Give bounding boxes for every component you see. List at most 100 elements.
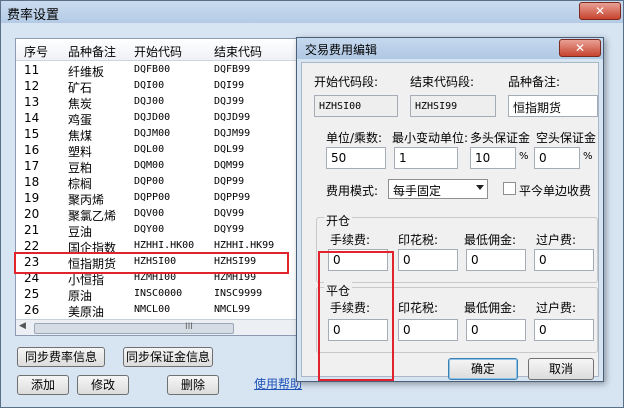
- cell-no: 13: [24, 95, 40, 109]
- close-transfer-input[interactable]: 0: [534, 319, 594, 341]
- cell-end: DQJD99: [214, 112, 251, 123]
- short-margin-input[interactable]: 0: [534, 147, 580, 169]
- delete-button[interactable]: 删除: [167, 375, 219, 395]
- open-transfer-input[interactable]: 0: [534, 249, 594, 271]
- cell-start: DQM00: [134, 160, 165, 171]
- cell-end: DQV99: [214, 208, 245, 219]
- scroll-left-icon[interactable]: ◀: [19, 321, 26, 331]
- add-button[interactable]: 添加: [17, 375, 69, 395]
- modify-button[interactable]: 修改: [77, 375, 129, 395]
- sync-rate-button[interactable]: 同步费率信息: [17, 347, 105, 367]
- unit-input[interactable]: 50: [326, 147, 386, 169]
- table-row[interactable]: 21 豆油 DQY00 DQY99: [16, 222, 304, 239]
- end-code-input[interactable]: HZHSI99: [410, 95, 496, 117]
- short-margin-label: 空头保证金: [536, 131, 597, 145]
- cell-no: 21: [24, 223, 40, 237]
- cell-end: DQFB99: [214, 64, 251, 75]
- table-row[interactable]: 18 棕榈 DQP00 DQP99: [16, 174, 304, 191]
- open-min-comm-input[interactable]: 0: [466, 249, 526, 271]
- table-row[interactable]: 17 豆粕 DQM00 DQM99: [16, 158, 304, 175]
- cell-end: DQPP99: [214, 192, 251, 203]
- dialog-body: 开始代码段: 结束代码段: 品种备注: HZHSI00 HZHSI99 恒指期货…: [301, 62, 599, 381]
- close-transfer-label: 过户费:: [536, 301, 577, 315]
- table-row[interactable]: 20 聚氯乙烯 DQV00 DQV99: [16, 206, 304, 223]
- horizontal-scrollbar[interactable]: ◀ III: [16, 319, 304, 335]
- table-row[interactable]: 16 塑料 DQL00 DQL99: [16, 142, 304, 159]
- scroll-thumb[interactable]: III: [34, 322, 234, 334]
- scroll-grip: III: [185, 322, 193, 332]
- fee-edit-dialog: 交易费用编辑 ✕ 开始代码段: 结束代码段: 品种备注: HZHSI00 HZH…: [296, 37, 604, 382]
- cell-no: 14: [24, 111, 40, 125]
- cell-no: 17: [24, 159, 40, 173]
- rate-list[interactable]: 序号 品种备注 开始代码 结束代码 11 纤维板 DQFB00 DQFB99 12 矿石 D…: [15, 38, 305, 336]
- table-row[interactable]: 25 原油 INSC0000 INSC9999: [16, 286, 304, 303]
- cell-end: HZHHI.HK99: [214, 240, 275, 251]
- cell-end: DQM99: [214, 160, 245, 171]
- fee-mode-label: 费用模式:: [326, 184, 379, 198]
- open-transfer-label: 过户费:: [536, 233, 577, 247]
- cell-start: DQJ00: [134, 96, 165, 107]
- table-row[interactable]: 13 焦炭 DQJ00 DQJ99: [16, 94, 304, 111]
- start-code-label: 开始代码段:: [314, 75, 379, 89]
- fee-mode-select[interactable]: 每手固定: [388, 179, 488, 199]
- cell-start: DQJM00: [134, 128, 171, 139]
- start-code-input[interactable]: HZHSI00: [314, 95, 398, 117]
- table-row[interactable]: 12 矿石 DQI00 DQI99: [16, 78, 304, 95]
- fee-inputs-highlight: [318, 251, 394, 381]
- table-row[interactable]: 11 纤维板 DQFB00 DQFB99: [16, 62, 304, 79]
- table-row[interactable]: 19 聚丙烯 DQPP00 DQPP99: [16, 190, 304, 207]
- col-header-end[interactable]: 结束代码: [214, 43, 262, 60]
- help-link[interactable]: 使用帮助: [254, 375, 302, 392]
- ok-button[interactable]: 确定: [448, 358, 518, 380]
- cell-end: DQJM99: [214, 128, 251, 139]
- table-row[interactable]: 14 鸡蛋 DQJD00 DQJD99: [16, 110, 304, 127]
- table-row[interactable]: 26 美原油 NMCL00 NMCL99: [16, 302, 304, 319]
- open-fee-label: 手续费:: [330, 233, 371, 247]
- window-title: 费率设置: [7, 8, 60, 23]
- cell-no: 25: [24, 287, 40, 301]
- cell-start: INSC0000: [134, 288, 183, 299]
- col-header-no[interactable]: 序号: [24, 43, 48, 60]
- cell-start: DQL00: [134, 144, 165, 155]
- cell-no: 16: [24, 143, 40, 157]
- close-min-comm-label: 最低佣金:: [464, 301, 517, 315]
- long-margin-pct: %: [519, 151, 529, 162]
- open-group-title: 开仓: [324, 212, 353, 229]
- cell-no: 12: [24, 79, 40, 93]
- col-header-start[interactable]: 开始代码: [134, 43, 182, 60]
- sync-margin-button[interactable]: 同步保证金信息: [123, 347, 213, 367]
- min-tick-input[interactable]: 1: [394, 147, 458, 169]
- end-code-label: 结束代码段:: [410, 75, 475, 89]
- cell-end: DQI99: [214, 80, 245, 91]
- cell-end: DQL99: [214, 144, 245, 155]
- table-row[interactable]: 15 焦煤 DQJM00 DQJM99: [16, 126, 304, 143]
- close-min-comm-input[interactable]: 0: [466, 319, 526, 341]
- cell-start: DQY00: [134, 224, 165, 235]
- cell-start: DQPP00: [134, 192, 171, 203]
- cell-no: 11: [24, 63, 40, 77]
- cell-start: NMCL00: [134, 304, 171, 315]
- close-stamp-input[interactable]: 0: [398, 319, 458, 341]
- cancel-button[interactable]: 取消: [528, 358, 594, 380]
- cell-no: 26: [24, 303, 40, 317]
- long-margin-label: 多头保证金: [470, 131, 531, 145]
- close-stamp-label: 印花税:: [398, 301, 439, 315]
- col-header-name[interactable]: 品种备注: [68, 43, 116, 60]
- cell-name: 美原油: [68, 305, 105, 319]
- cell-start: DQV00: [134, 208, 165, 219]
- window-close-icon[interactable]: ✕: [579, 2, 621, 20]
- cell-start: HZHHI.HK00: [134, 240, 195, 251]
- open-stamp-input[interactable]: 0: [398, 249, 458, 271]
- dialog-close-icon[interactable]: ✕: [559, 39, 601, 57]
- min-tick-label: 最小变动单位:: [392, 131, 469, 145]
- cell-end: DQJ99: [214, 96, 245, 107]
- remark-input[interactable]: 恒指期货: [508, 95, 598, 117]
- chevron-down-icon: [476, 185, 484, 190]
- cell-no: 15: [24, 127, 40, 141]
- remark-label: 品种备注:: [508, 75, 561, 89]
- open-min-comm-label: 最低佣金:: [464, 233, 517, 247]
- fee-mode-value: 每手固定: [393, 184, 442, 198]
- flat-single-checkbox[interactable]: [503, 182, 516, 195]
- cell-end: NMCL99: [214, 304, 251, 315]
- long-margin-input[interactable]: 10: [470, 147, 516, 169]
